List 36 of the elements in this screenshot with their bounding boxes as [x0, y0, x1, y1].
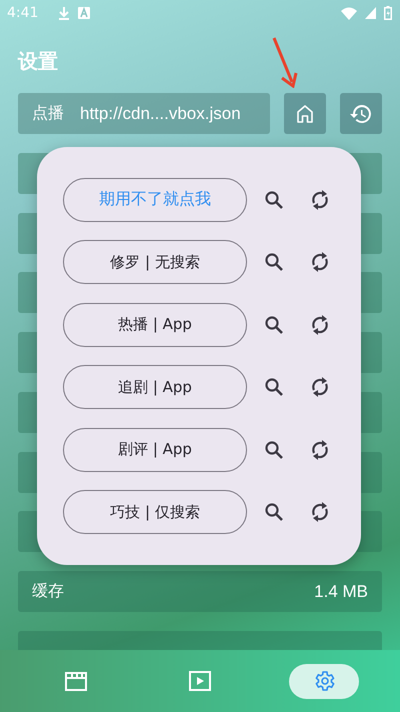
setting-row[interactable]: 缓存 1.4 MB — [18, 571, 382, 612]
refresh-icon — [310, 438, 330, 461]
play-icon — [189, 671, 211, 691]
battery-icon — [384, 6, 392, 20]
text-icon — [78, 7, 90, 19]
site-button[interactable]: 热播 | App — [63, 302, 247, 347]
site-button[interactable]: 巧技 | 仅搜索 — [63, 490, 247, 534]
site-button[interactable]: 追剧 | App — [63, 365, 247, 410]
search-icon — [264, 252, 284, 272]
home-button[interactable] — [284, 93, 326, 134]
nav-tab[interactable] — [289, 664, 359, 698]
site-button[interactable]: 剧评 | App — [63, 428, 247, 472]
refresh-icon — [310, 376, 330, 398]
source-label: 点播 — [32, 103, 64, 124]
site-button[interactable]: 修罗 | 无搜索 — [63, 240, 247, 284]
history-button[interactable] — [340, 93, 382, 134]
refresh-icon — [310, 188, 330, 211]
wifi-icon — [341, 6, 357, 20]
page-title: 设置 — [18, 48, 58, 74]
search-icon — [264, 190, 284, 210]
search-icon — [264, 502, 284, 522]
signal-icon — [365, 7, 376, 19]
refresh-icon — [310, 314, 330, 336]
status-time: 4:41 — [7, 5, 38, 21]
search-icon — [264, 377, 284, 398]
search-icon — [264, 440, 284, 460]
refresh-icon — [310, 501, 330, 524]
clapperboard-icon — [64, 670, 88, 692]
setting-value: 1.4 MB — [314, 582, 368, 602]
setting-label: 缓存 — [32, 581, 64, 602]
annotation-arrow — [272, 36, 298, 88]
home-icon — [295, 104, 316, 124]
source-url: http://cdn....vbox.json — [80, 104, 241, 124]
search-icon — [264, 314, 284, 335]
download-icon — [58, 6, 70, 20]
refresh-icon — [310, 251, 330, 274]
